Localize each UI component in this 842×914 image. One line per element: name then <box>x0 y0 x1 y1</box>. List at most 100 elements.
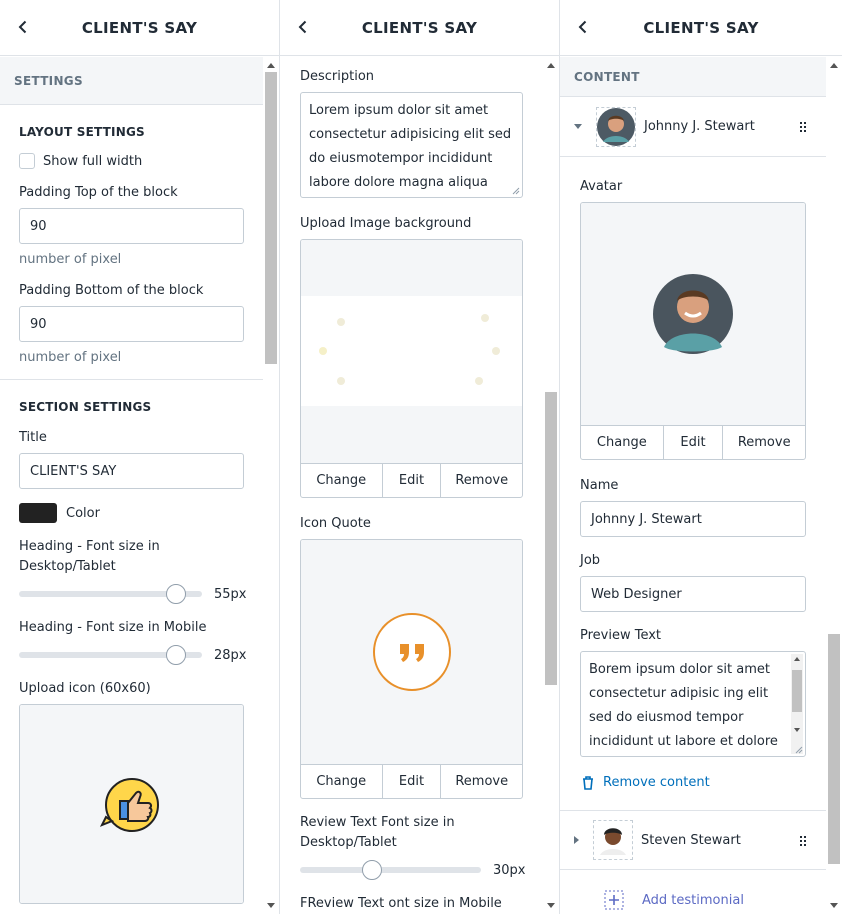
back-button[interactable] <box>292 16 312 38</box>
icon-quote-box[interactable]: Change Edit Remove <box>300 539 523 799</box>
review-mobile-label: FReview Text ont size in Mobile <box>300 896 502 911</box>
edit-button[interactable]: Edit <box>664 426 724 459</box>
avatar-label: Avatar <box>580 179 623 194</box>
heading-desktop-slider[interactable] <box>19 584 202 604</box>
scroll-down-arrow[interactable] <box>830 903 838 908</box>
chevron-left-icon <box>578 20 586 34</box>
review-desktop-slider-row: 30px <box>300 858 526 882</box>
padding-top-help: number of pixel <box>19 252 122 267</box>
testimonial-item-expanded[interactable]: Johnny J. Stewart <box>560 97 826 157</box>
scroll-down-arrow[interactable] <box>547 903 555 908</box>
bg-image-thumbnail <box>301 296 522 406</box>
avatar-thumbnail <box>593 820 633 860</box>
remove-button[interactable]: Remove <box>441 464 522 497</box>
description-textarea[interactable]: Lorem ipsum dolor sit amet consectetur a… <box>300 92 523 198</box>
back-button[interactable] <box>572 16 592 38</box>
scroll-up-arrow[interactable] <box>794 657 800 661</box>
avatar-actions: Change Edit Remove <box>581 425 805 459</box>
testimonial-name: Steven Stewart <box>641 832 741 848</box>
padding-bottom-help: number of pixel <box>19 350 122 365</box>
settings-section-header: SETTINGS <box>0 57 263 105</box>
panel-header: CLIENT'S SAY <box>280 0 559 56</box>
bg-image-actions: Change Edit Remove <box>301 463 522 497</box>
scroll-down-arrow[interactable] <box>794 728 800 732</box>
heading-mobile-slider[interactable] <box>19 645 202 665</box>
scroll-up-arrow[interactable] <box>547 63 555 68</box>
scrollbar[interactable] <box>543 57 559 914</box>
panel-title: CLIENT'S SAY <box>81 18 198 37</box>
full-width-checkbox-row[interactable]: Show full width <box>19 153 244 169</box>
review-desktop-slider[interactable] <box>300 860 481 880</box>
resize-handle-icon[interactable] <box>512 187 520 195</box>
drag-handle-icon[interactable] <box>800 836 806 846</box>
trash-icon <box>583 775 593 790</box>
heading-mobile-value: 28px <box>214 647 247 663</box>
caret-down-icon[interactable] <box>574 124 582 129</box>
scroll-up-arrow[interactable] <box>267 63 275 68</box>
upload-icon-box[interactable] <box>19 704 244 904</box>
thumbs-up-icon <box>99 778 159 832</box>
panel-header: CLIENT'S SAY <box>560 0 842 56</box>
full-width-checkbox[interactable] <box>19 153 35 169</box>
preview-text: Borem ipsum dolor sit amet consectetur a… <box>589 662 778 749</box>
remove-content-label: Remove content <box>603 775 710 790</box>
review-desktop-value: 30px <box>493 862 526 878</box>
scroll-down-arrow[interactable] <box>267 903 275 908</box>
content-list: CONTENT Johnny J. Stewart Avatar Change … <box>560 57 826 914</box>
padding-top-input[interactable]: 90 <box>19 208 244 244</box>
upload-icon-preview <box>20 705 243 903</box>
add-testimonial-label: Add testimonial <box>642 892 744 908</box>
bg-image-box[interactable]: Change Edit Remove <box>300 239 523 498</box>
testimonial-item-collapsed[interactable]: Steven Stewart <box>560 810 826 870</box>
change-button[interactable]: Change <box>301 765 383 798</box>
testimonial-form: Avatar Change Edit Remove Name Johnny J.… <box>560 157 826 790</box>
preview-text-textarea[interactable]: Borem ipsum dolor sit amet consectetur a… <box>580 651 806 757</box>
scroll-up-arrow[interactable] <box>830 63 838 68</box>
full-width-label: Show full width <box>43 153 143 169</box>
heading-desktop-slider-row: 55px <box>19 582 247 606</box>
change-button[interactable]: Change <box>301 464 383 497</box>
edit-button[interactable]: Edit <box>383 765 442 798</box>
avatar <box>597 107 635 146</box>
avatar-image <box>653 274 733 354</box>
padding-bottom-input[interactable]: 90 <box>19 306 244 342</box>
scroll-thumb[interactable] <box>265 72 277 364</box>
icon-quote-preview <box>301 540 522 764</box>
scrollbar[interactable] <box>263 57 279 914</box>
drag-handle-icon[interactable] <box>800 122 806 132</box>
scroll-thumb[interactable] <box>545 392 557 685</box>
scroll-thumb[interactable] <box>828 634 840 864</box>
title-input[interactable]: CLIENT'S SAY <box>19 453 244 489</box>
back-button[interactable] <box>12 16 32 38</box>
settings-content: SETTINGS LAYOUT SETTINGS Show full width… <box>0 57 263 914</box>
remove-button[interactable]: Remove <box>723 426 805 459</box>
job-input[interactable]: Web Designer <box>580 576 806 612</box>
slider-handle[interactable] <box>166 645 187 665</box>
bg-image-label: Upload Image background <box>300 216 472 231</box>
remove-button[interactable]: Remove <box>441 765 522 798</box>
layout-settings-group: LAYOUT SETTINGS Show full width Padding … <box>0 105 263 365</box>
block-settings-content: Description Lorem ipsum dolor sit amet c… <box>280 57 543 914</box>
edit-button[interactable]: Edit <box>383 464 442 497</box>
textarea-scrollbar[interactable] <box>791 654 803 754</box>
heading-desktop-value: 55px <box>214 586 247 602</box>
chevron-left-icon <box>298 20 306 34</box>
slider-handle[interactable] <box>166 584 187 604</box>
section-settings-title: SECTION SETTINGS <box>19 400 152 414</box>
description-text: Lorem ipsum dolor sit amet consectetur a… <box>309 103 512 190</box>
scrollbar[interactable] <box>826 57 842 914</box>
resize-handle-icon[interactable] <box>795 746 803 754</box>
change-button[interactable]: Change <box>581 426 664 459</box>
scroll-thumb[interactable] <box>792 670 802 712</box>
remove-content-link[interactable]: Remove content <box>582 775 806 790</box>
settings-panel: CLIENT'S SAY SETTINGS LAYOUT SETTINGS Sh… <box>0 0 280 914</box>
color-picker-row[interactable]: Color <box>19 503 244 523</box>
color-swatch[interactable] <box>19 503 57 523</box>
description-label: Description <box>300 69 375 84</box>
avatar-box[interactable]: Change Edit Remove <box>580 202 806 460</box>
add-testimonial-button[interactable]: Add testimonial <box>560 870 826 910</box>
caret-right-icon[interactable] <box>574 836 579 844</box>
name-input[interactable]: Johnny J. Stewart <box>580 501 806 537</box>
slider-handle[interactable] <box>362 860 383 880</box>
avatar-thumbnail <box>596 106 636 147</box>
